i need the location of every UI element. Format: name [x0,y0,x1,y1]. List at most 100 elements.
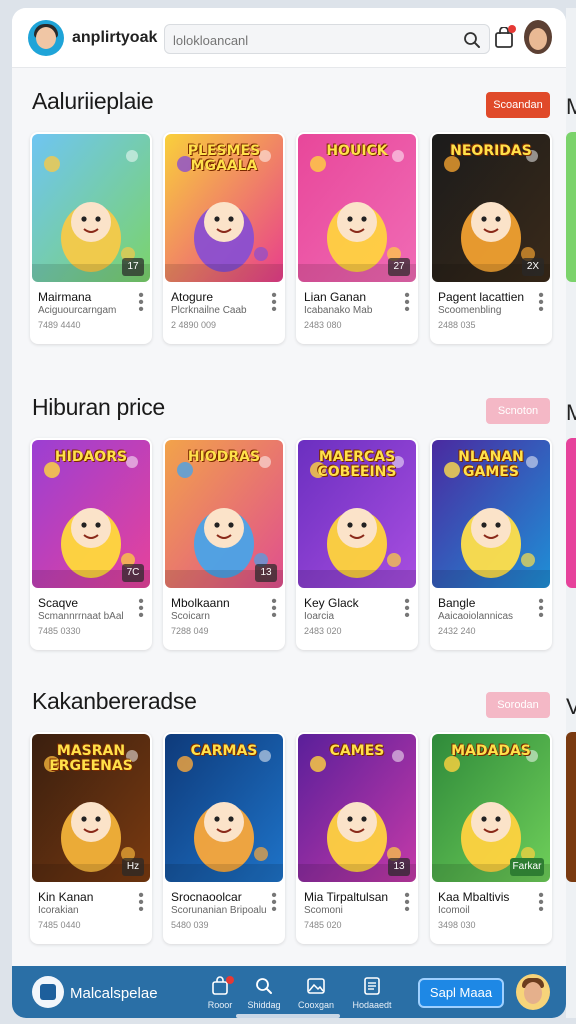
cover-title: MAERCAS COBEEINS [317,449,397,480]
game-thumbnail[interactable]: PLESMES MGAALA [165,134,283,282]
game-stat: 7485 0330 [38,626,81,636]
game-stat: 7288 049 [171,626,209,636]
nav-label: Shiddag [247,1000,281,1010]
search-input[interactable] [173,31,453,49]
game-stat: 2488 035 [438,320,476,330]
game-subtitle: Icabanako Mab [304,305,373,316]
game-title: Mairmana [38,290,92,304]
game-stat: 2 4890 009 [171,320,217,330]
more-options-icon[interactable]: • • • [271,594,277,624]
section-see-all-button[interactable]: Scnoton [486,398,550,424]
game-stat: 7485 0440 [38,920,81,930]
game-title: Bangle [438,596,476,610]
home-indicator[interactable] [236,1014,340,1018]
more-options-icon[interactable]: • • • [404,888,410,918]
game-thumbnail[interactable]: MAERCAS COBEEINS [298,440,416,588]
more-options-icon[interactable]: • • • [138,594,144,624]
more-options-icon[interactable]: • • • [538,594,544,624]
nav-item-store[interactable]: Rooor [196,974,244,1014]
cover-title: HOUICK [326,143,388,159]
more-options-icon[interactable]: • • • [138,888,144,918]
game-thumbnail[interactable]: MASRAN ERGEENAS Hz [32,734,150,882]
game-title: Mbolkaann [171,596,230,610]
game-stat: 3498 030 [438,920,476,930]
game-card[interactable]: PLESMES MGAALA Atogure Plcrknailne Caab 2 4… [163,132,285,344]
more-options-icon[interactable]: • • • [538,888,544,918]
search-bar[interactable] [164,24,490,54]
game-stat: 2483 080 [304,320,342,330]
section-title: Aaluriieplaie [32,88,154,114]
cover-title: NLANAN GAMES [458,449,524,480]
game-card[interactable]: 17 Mairmana Aciguourcarngam 7489 4440 • • • [30,132,152,344]
game-title: Lian Ganan [304,290,367,304]
game-subtitle: Scorunanian Bripoalu [171,905,267,916]
section-see-all-button[interactable]: Scoandan [486,92,550,118]
peek-section-letter: M [566,400,576,425]
nav-item-search[interactable]: Shiddag [240,974,288,1014]
more-options-icon[interactable]: • • • [271,888,277,918]
thumbnail-badge: 13 [255,564,277,582]
game-thumbnail[interactable]: CAMES 13 [298,734,416,882]
search-icon [256,978,272,994]
next-panel-peek: M M V [566,8,576,1018]
game-card[interactable]: HIDAORS 7C Scaqve Scmannrrnaat bAal 7485 033… [30,438,152,650]
cover-title: CAMES [329,743,385,759]
peek-section-letter: M [566,94,576,119]
game-stat: 7489 4440 [38,320,81,330]
thumbnail-badge: 27 [388,258,410,276]
game-card[interactable]: CARMAS Srocnaoolcar Scorunanian Bripoalu 54… [163,732,285,944]
nav-label: Hodaaedt [352,1000,392,1010]
game-thumbnail[interactable]: CARMAS [165,734,283,882]
thumbnail-badge: Farkar [510,858,544,876]
thumbnail-badge: 2X [522,258,544,276]
peek-section-letter: V [566,694,576,719]
more-options-icon[interactable]: • • • [404,594,410,624]
more-options-icon[interactable]: • • • [271,288,277,318]
more-options-icon[interactable]: • • • [138,288,144,318]
game-title: Pagent lacattien [438,290,525,304]
game-card[interactable]: MADADAS Farkar Kaa Mbaltivis Icomoil 3498 03… [430,732,552,944]
game-subtitle: Scoicarn [171,611,210,622]
app-name: anplirtyoak [72,29,158,46]
game-thumbnail[interactable]: MADADAS Farkar [432,734,550,882]
game-card[interactable]: CAMES 13 Mia Tirpaltulsan Scomoni 7485 020 • •… [296,732,418,944]
bottom-profile-avatar[interactable] [516,974,550,1010]
cta-button[interactable]: Sapl Maaa [418,978,504,1008]
game-subtitle: Scoomenbling [438,305,502,316]
game-thumbnail[interactable]: HOUICK 27 [298,134,416,282]
game-subtitle: Scomoni [304,905,343,916]
nav-item-list[interactable]: Hodaaedt [348,974,396,1014]
game-subtitle: Aciguourcarngam [38,305,117,316]
game-thumbnail[interactable]: HIODRAS 13 [165,440,283,588]
game-stat: 5480 039 [171,920,209,930]
game-thumbnail[interactable]: NLANAN GAMES [432,440,550,588]
more-options-icon[interactable]: • • • [404,288,410,318]
cover-title: NEORIDAS [450,143,532,159]
section-title: Kakanbereradse [32,688,197,714]
search-icon[interactable] [463,31,481,49]
game-subtitle: Icomoil [438,905,470,916]
app-logo[interactable] [28,20,64,56]
game-card[interactable]: NLANAN GAMES Bangle Aaicaoiolannicas 2432 2… [430,438,552,650]
game-thumbnail[interactable]: HIDAORS 7C [32,440,150,588]
game-card[interactable]: HIODRAS 13 Mbolkaann Scoicarn 7288 049 • • • [163,438,285,650]
notification-badge [508,25,516,33]
game-card[interactable]: MAERCAS COBEEINS Key Glack Ioarcia 2483 020… [296,438,418,650]
bottom-app-logo[interactable] [32,976,64,1008]
game-card[interactable]: HOUICK 27 Lian Ganan Icabanako Mab 2483 080 •… [296,132,418,344]
profile-avatar[interactable] [524,20,552,54]
game-thumbnail[interactable]: 17 [32,134,150,282]
game-subtitle: Plcrknailne Caab [171,305,247,316]
game-card[interactable]: MASRAN ERGEENAS Hz Kin Kanan Icorakian 7485 … [30,732,152,944]
nav-item-gallery[interactable]: Cooxgan [292,974,340,1014]
cover-title: MASRAN ERGEENAS [49,743,133,774]
peek-card [566,132,576,282]
more-options-icon[interactable]: • • • [538,288,544,318]
thumbnail-badge: Hz [122,858,144,876]
bottom-app-name: Malcalspelae [70,985,158,1002]
game-thumbnail[interactable]: NEORIDAS 2X [432,134,550,282]
peek-card [566,732,576,882]
section-title: Hiburan price [32,394,165,420]
game-card[interactable]: NEORIDAS 2X Pagent lacattien Scoomenbling 24… [430,132,552,344]
section-see-all-button[interactable]: Sorodan [486,692,550,718]
